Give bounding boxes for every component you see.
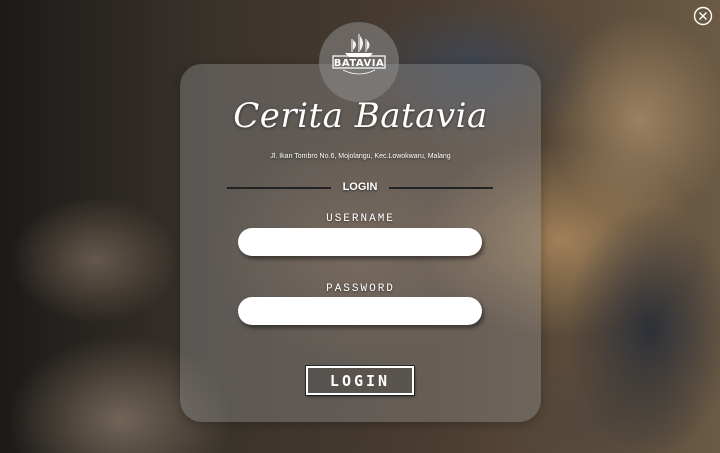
logo-badge: BATAVIA <box>319 22 399 102</box>
logo-name: BATAVIA <box>333 58 385 69</box>
login-heading: LOGIN <box>342 181 378 193</box>
login-button[interactable]: LOGIN <box>306 366 414 395</box>
login-button-label: LOGIN <box>329 371 391 390</box>
username-label: USERNAME <box>326 213 395 225</box>
divider-left <box>227 187 331 189</box>
password-input[interactable] <box>238 297 482 325</box>
address-text: Jl. Ikan Tombro No.6, Mojolangu, Kec.Low… <box>270 153 451 160</box>
divider-right <box>389 187 493 189</box>
brand-title: Cerita Batavia <box>233 96 488 136</box>
username-input[interactable] <box>238 228 482 256</box>
close-icon[interactable] <box>693 6 713 26</box>
password-label: PASSWORD <box>326 283 395 295</box>
